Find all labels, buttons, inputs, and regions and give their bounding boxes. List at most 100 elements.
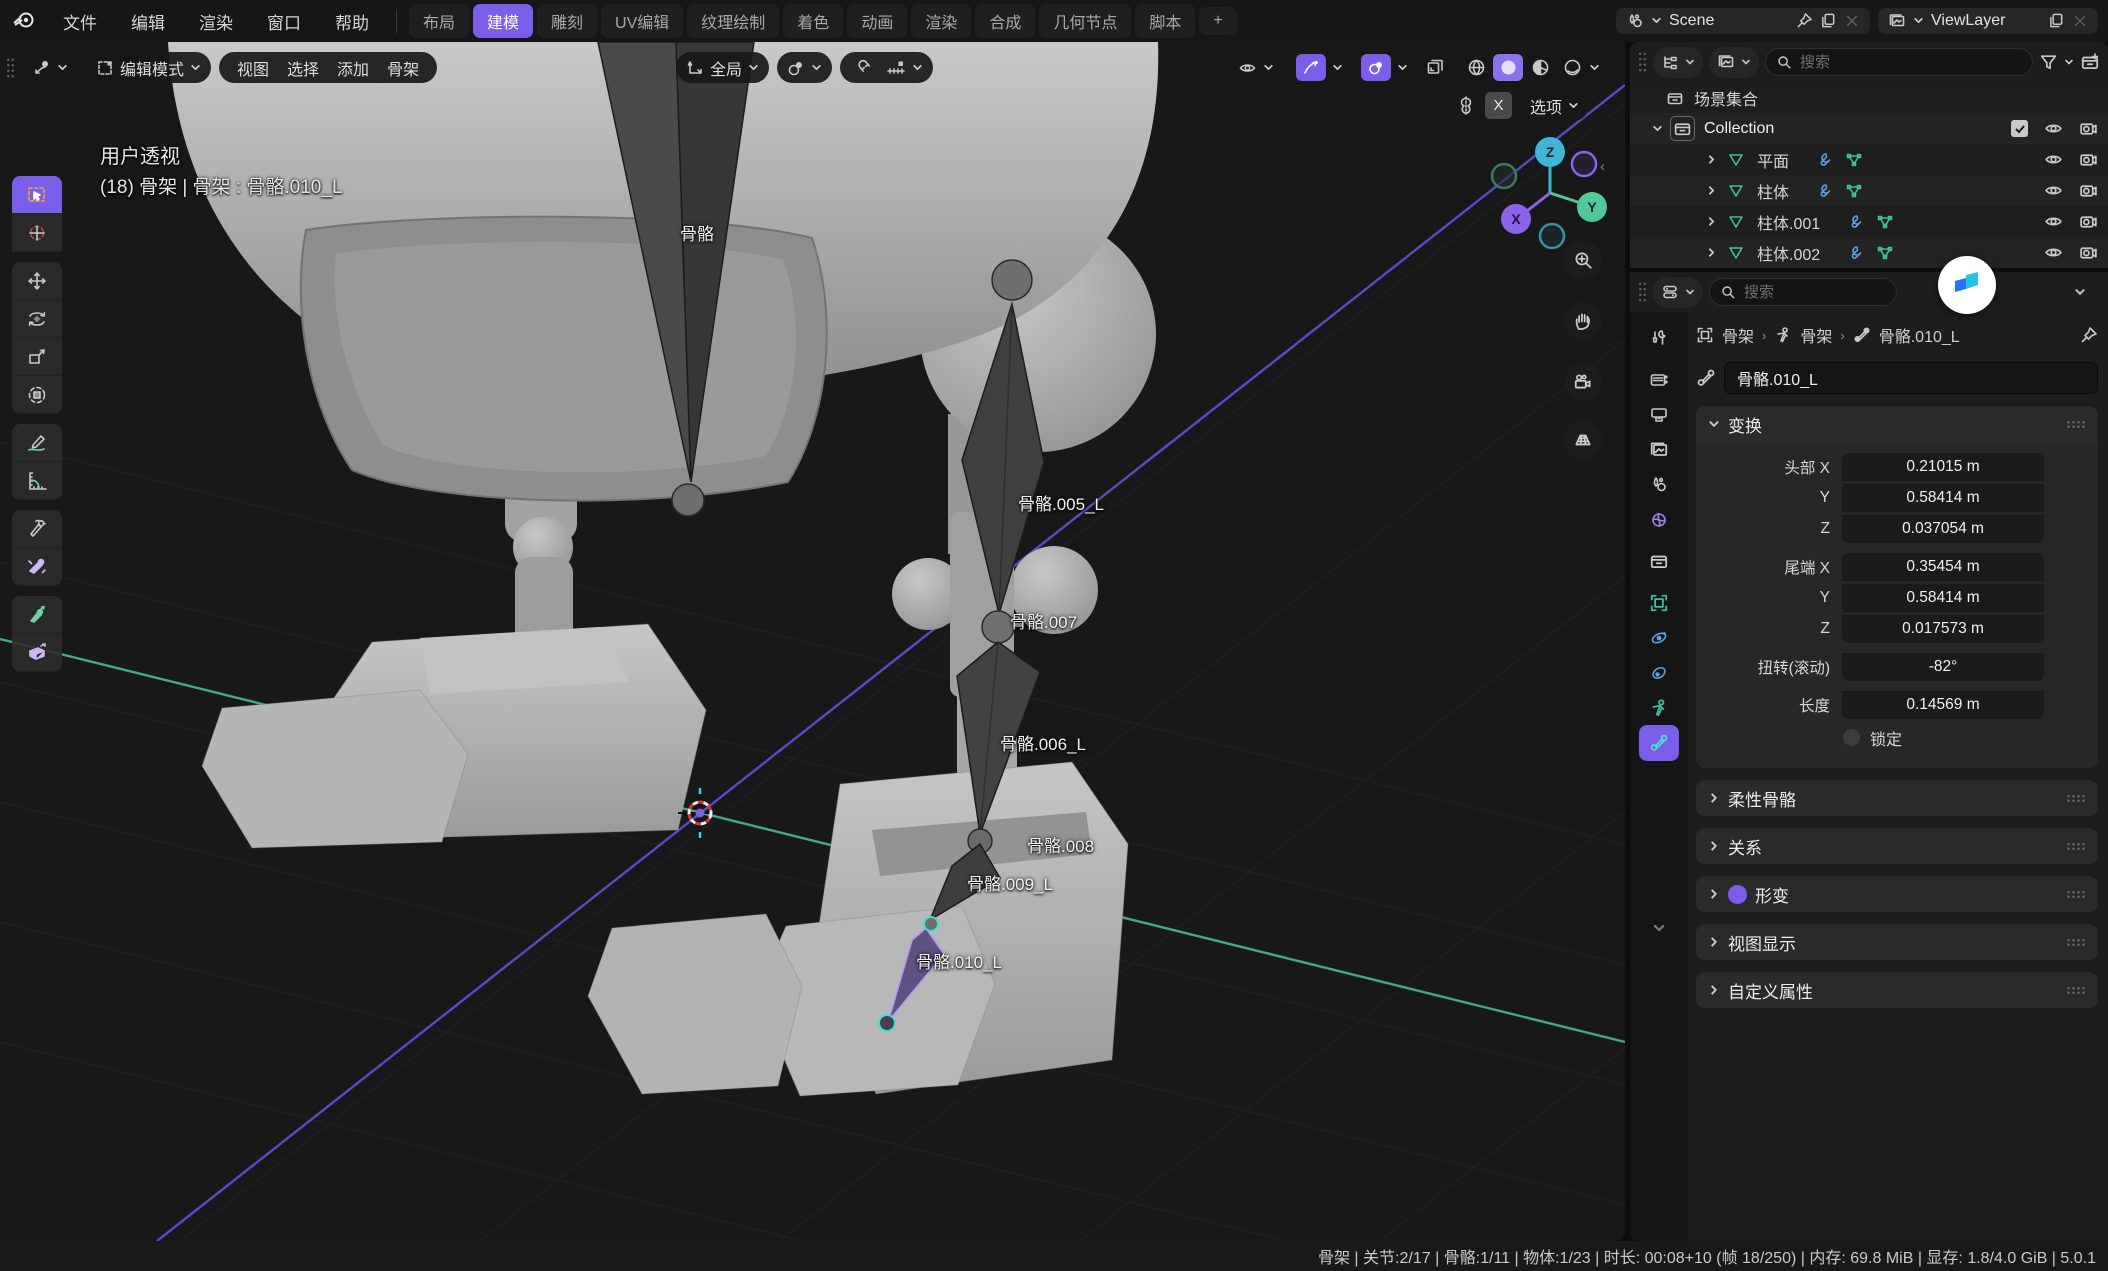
render-camera-icon[interactable] (2079, 212, 2098, 231)
menu-file[interactable]: 文件 (46, 0, 114, 42)
sidebar-collapse-arrow[interactable]: ‹ (1600, 158, 1605, 175)
outliner-item-label[interactable]: Collection (1704, 120, 1774, 138)
scene-name[interactable]: Scene (1669, 12, 1789, 30)
head-y-field[interactable]: 0.58414 m (1842, 484, 2044, 512)
render-camera-icon[interactable] (2079, 119, 2098, 138)
outliner-item-label[interactable]: 场景集合 (1694, 86, 1758, 110)
transform-panel-header[interactable]: 变换 (1696, 406, 2098, 442)
tab-output[interactable] (1639, 397, 1679, 433)
mode-selector[interactable]: 编辑模式 (86, 52, 211, 83)
workspace-tab-shading[interactable]: 着色 (783, 4, 843, 38)
lock-toggle[interactable] (1842, 728, 1861, 747)
workspace-tab-texture-paint[interactable]: 纹理绘制 (687, 4, 779, 38)
tab-object-data[interactable] (1639, 690, 1679, 726)
tab-bone[interactable] (1639, 725, 1679, 761)
menu-view[interactable]: 视图 (229, 55, 277, 81)
tab-overflow-chevron[interactable] (1639, 910, 1679, 946)
hide-eye-icon[interactable] (2044, 181, 2063, 200)
panel-drag-handle[interactable] (2066, 794, 2086, 803)
navigation-gizmo[interactable]: Z Y X (1488, 130, 1618, 260)
deform-panel[interactable]: 形变 (1696, 876, 2098, 912)
header-grip[interactable] (6, 57, 15, 79)
workspace-tab-layout[interactable]: 布局 (409, 4, 469, 38)
outliner-item-label[interactable]: 柱体 (1757, 179, 1789, 203)
zoom-button[interactable] (1564, 241, 1602, 279)
breadcrumb-object[interactable]: 骨架 (1722, 323, 1754, 347)
tab-scene[interactable] (1639, 467, 1679, 503)
options-dropdown[interactable]: 选项 (1520, 90, 1589, 121)
hide-eye-icon[interactable] (2044, 119, 2063, 138)
custom-properties-panel[interactable]: 自定义属性 (1696, 972, 2098, 1008)
workspace-tab-uv[interactable]: UV编辑 (601, 4, 683, 38)
tool-move[interactable] (12, 262, 62, 300)
outliner-search[interactable] (1765, 48, 2033, 76)
outliner-item-label[interactable]: 柱体.002 (1757, 241, 1820, 265)
transform-orientation-selector[interactable]: 全局 (676, 52, 769, 83)
tail-x-field[interactable]: 0.35454 m (1842, 553, 2044, 581)
shading-material-button[interactable] (1525, 54, 1555, 81)
deform-checkbox[interactable] (1728, 885, 1747, 904)
snapping-controls[interactable] (840, 52, 933, 83)
expand-chevron-icon[interactable] (1706, 247, 1717, 258)
menu-select[interactable]: 选择 (279, 55, 327, 81)
workspace-tab-modeling[interactable]: 建模 (473, 4, 533, 38)
visibility-selector[interactable] (1228, 52, 1284, 83)
workspace-tab-geometry-nodes[interactable]: 几何节点 (1039, 4, 1131, 38)
menu-armature[interactable]: 骨架 (379, 55, 427, 81)
menu-window[interactable]: 窗口 (250, 0, 318, 42)
editor-type-selector[interactable] (23, 52, 78, 83)
head-x-field[interactable]: 0.21015 m (1842, 453, 2044, 481)
workspace-tab-sculpt[interactable]: 雕刻 (537, 4, 597, 38)
chevron-down-icon[interactable] (1332, 62, 1343, 73)
snap-magnet-toggle[interactable] (850, 54, 880, 81)
collapse-chevron-icon[interactable] (1652, 123, 1663, 134)
head-z-field[interactable]: 0.037054 m (1842, 515, 2044, 543)
outliner-row-collection[interactable]: Collection (1630, 113, 2108, 144)
properties-search-input[interactable] (1744, 284, 1886, 301)
collapse-chevron-icon[interactable] (2074, 286, 2086, 298)
menu-add[interactable]: 添加 (329, 55, 377, 81)
length-field[interactable]: 0.14569 m (1842, 691, 2044, 719)
panel-drag-handle[interactable] (2066, 842, 2086, 851)
pin-icon[interactable] (1796, 12, 1813, 29)
expand-chevron-icon[interactable] (1706, 154, 1717, 165)
tool-rotate[interactable] (12, 300, 62, 338)
expand-chevron-icon[interactable] (1706, 216, 1717, 227)
menu-edit[interactable]: 编辑 (114, 0, 182, 42)
viewport-canvas[interactable] (0, 42, 1625, 1241)
scene-selector[interactable]: Scene (1616, 8, 1870, 34)
panel-drag-handle[interactable] (2066, 890, 2086, 899)
viewport-display-panel[interactable]: 视图显示 (1696, 924, 2098, 960)
tab-view-layer[interactable] (1639, 432, 1679, 468)
panel-drag-handle[interactable] (2066, 938, 2086, 947)
expand-chevron-icon[interactable] (1706, 185, 1717, 196)
show-overlays-toggle[interactable] (1361, 54, 1391, 81)
tool-bone-roll[interactable] (12, 510, 62, 548)
outliner-filter-mode[interactable] (1709, 47, 1759, 78)
floating-app-logo[interactable] (1938, 256, 1996, 314)
chevron-down-icon[interactable] (2064, 57, 2074, 67)
filter-funnel-icon[interactable] (2039, 53, 2058, 72)
exclude-checkbox[interactable] (2011, 120, 2028, 137)
workspace-tab-compositing[interactable]: 合成 (975, 4, 1035, 38)
render-camera-icon[interactable] (2079, 243, 2098, 262)
editor-grip[interactable] (1638, 51, 1647, 73)
tab-constraints[interactable] (1639, 655, 1679, 691)
render-camera-icon[interactable] (2079, 181, 2098, 200)
camera-view-button[interactable] (1564, 363, 1602, 401)
outliner-row-cylinder-002[interactable]: 柱体.002 (1630, 237, 2108, 268)
copy-viewlayer-icon[interactable] (2048, 12, 2065, 29)
tool-extrude-to-cursor[interactable] (12, 634, 62, 672)
menu-render[interactable]: 渲染 (182, 0, 250, 42)
copy-scene-icon[interactable] (1820, 12, 1837, 29)
tab-collection[interactable] (1639, 543, 1679, 579)
blender-logo-icon[interactable] (12, 7, 36, 36)
outliner-display-mode[interactable] (1653, 47, 1703, 78)
tab-tool[interactable] (1639, 320, 1679, 356)
tool-scale[interactable] (12, 338, 62, 376)
hide-eye-icon[interactable] (2044, 243, 2063, 262)
panel-drag-handle[interactable] (2066, 420, 2086, 429)
hide-eye-icon[interactable] (2044, 150, 2063, 169)
pivot-point-selector[interactable] (777, 52, 832, 83)
outliner-search-input[interactable] (1800, 54, 2022, 71)
